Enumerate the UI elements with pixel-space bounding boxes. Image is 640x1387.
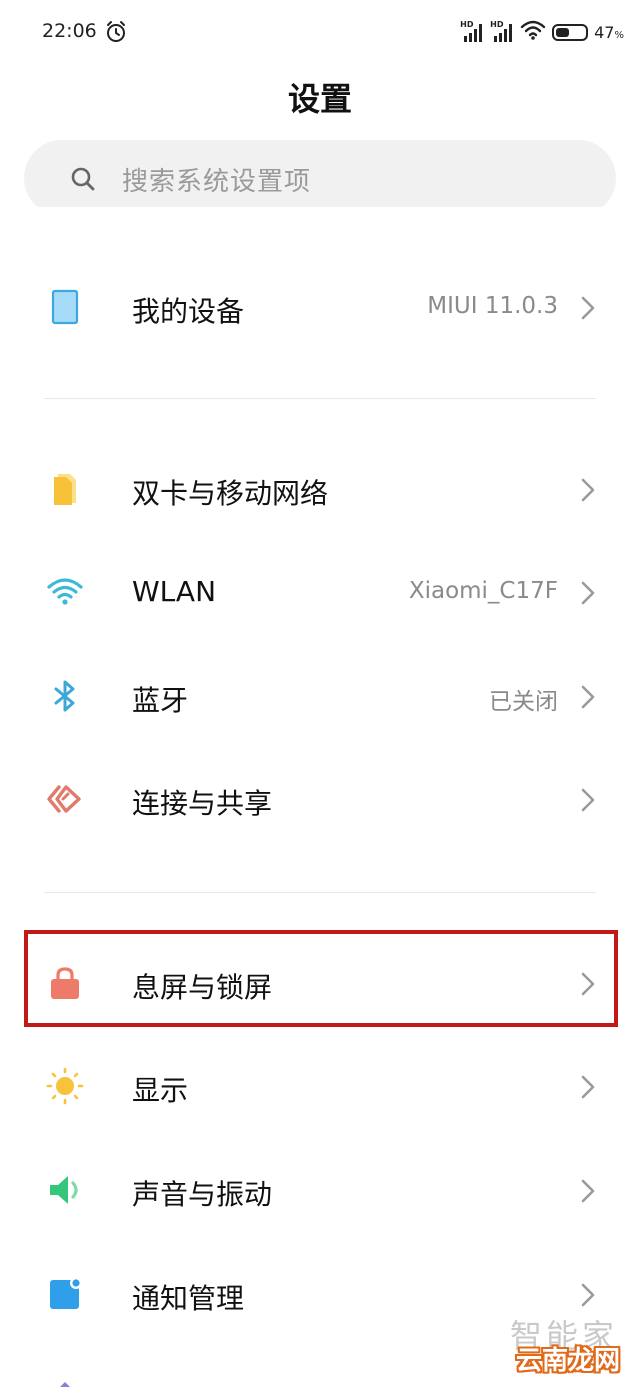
- settings-item-value: Xiaomi_C17F: [408, 578, 558, 604]
- settings-item-wlan[interactable]: WLAN Xiaomi_C17F: [0, 543, 640, 643]
- settings-item-connection-share[interactable]: 连接与共享: [0, 750, 640, 850]
- settings-item-sound-vibration[interactable]: 声音与振动: [0, 1141, 640, 1241]
- wifi-icon: [46, 573, 84, 611]
- chevron-right-icon: [580, 476, 596, 504]
- battery-percent: 47%: [594, 22, 624, 42]
- settings-item-label: WLAN: [132, 575, 217, 608]
- settings-item-label: 显示: [132, 1074, 189, 1107]
- next-item-icon: [52, 1378, 78, 1387]
- highlight-box: [24, 930, 618, 1027]
- chevron-right-icon: [580, 786, 596, 814]
- battery-icon: [552, 23, 589, 41]
- hd-badge: HD: [490, 20, 504, 29]
- chevron-right-icon: [580, 579, 596, 607]
- search-placeholder: 搜索系统设置项: [122, 167, 312, 197]
- cell-signal-icon: HD: [460, 20, 484, 43]
- settings-item-bluetooth[interactable]: 蓝牙 已关闭: [0, 647, 640, 747]
- settings-item-label: 连接与共享: [132, 787, 273, 820]
- settings-item-value: 已关闭: [489, 689, 558, 715]
- settings-item-sim-network[interactable]: 双卡与移动网络: [0, 440, 640, 540]
- watermark-logo-text: 云南龙网: [515, 1346, 620, 1376]
- speaker-icon: [46, 1171, 84, 1209]
- wifi-status-icon: [520, 19, 546, 45]
- section-divider: [44, 398, 596, 399]
- page-title: 设置: [287, 80, 352, 118]
- chevron-right-icon: [580, 294, 596, 322]
- chevron-right-icon: [580, 1073, 596, 1101]
- search-icon: [70, 166, 96, 192]
- settings-item-value: MIUI 11.0.3: [427, 293, 558, 319]
- settings-item-display[interactable]: 显示: [0, 1037, 640, 1137]
- battery-level: [556, 27, 570, 37]
- alarm-icon: [104, 20, 128, 44]
- search-bar[interactable]: 搜索系统设置项: [24, 140, 616, 216]
- sun-icon: [46, 1067, 84, 1105]
- connection-share-icon: [46, 780, 84, 818]
- section-divider: [44, 892, 596, 893]
- status-bar: 22:06 HD HD 47%: [0, 0, 640, 62]
- watermark: 智能家 云南龙网: [490, 1311, 630, 1381]
- settings-item-label: 蓝牙: [132, 684, 189, 717]
- chevron-right-icon: [580, 1177, 596, 1205]
- chevron-right-icon: [580, 1281, 596, 1309]
- settings-item-label: 我的设备: [132, 295, 245, 328]
- status-time: 22:06: [42, 20, 97, 42]
- settings-item-label: 双卡与移动网络: [132, 477, 329, 510]
- sim-card-icon: [46, 470, 84, 508]
- settings-item-label: 声音与振动: [132, 1178, 273, 1211]
- notification-icon: [46, 1275, 84, 1313]
- settings-item-my-device[interactable]: 我的设备 MIUI 11.0.3: [0, 258, 640, 358]
- chevron-right-icon: [580, 683, 596, 711]
- cell-signal-icon: HD: [490, 20, 514, 43]
- hd-badge: HD: [460, 20, 474, 29]
- settings-item-label: 通知管理: [132, 1282, 245, 1315]
- bluetooth-icon: [46, 677, 84, 715]
- tablet-icon: [46, 288, 84, 326]
